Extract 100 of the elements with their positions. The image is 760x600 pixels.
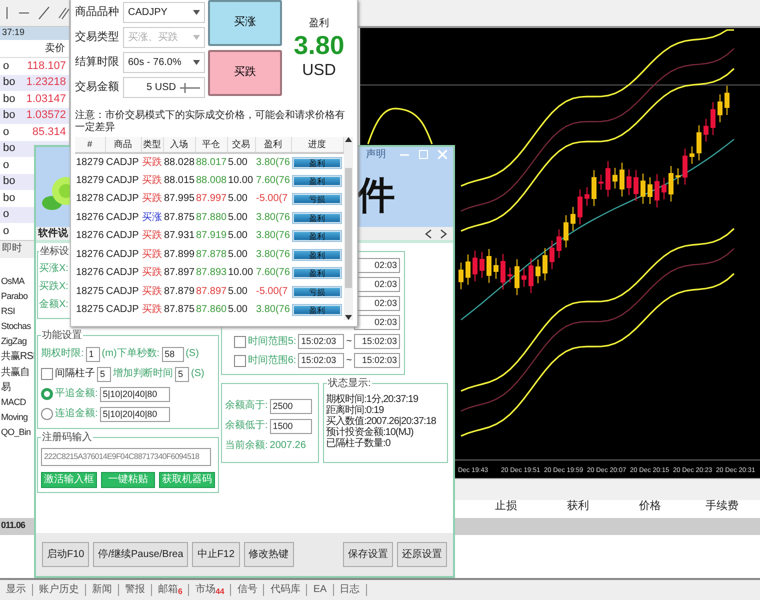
table-cell-text: -5.00(7 [255,192,289,206]
navigator-item[interactable]: ZigZag [0,336,27,348]
input-field[interactable]: 58 [162,346,184,362]
progress-label: 盈利 [308,305,326,316]
dropdown[interactable]: CADJPY [123,2,205,23]
tab[interactable]: 软件说 [38,228,68,240]
range-separator: ~ [346,354,352,366]
tab[interactable]: 显示 [0,584,33,596]
navigator-item[interactable]: OsMA [0,276,24,286]
field-label: 交易金额 [75,80,120,94]
caret-icon[interactable] [193,60,200,65]
amount-field[interactable]: 5 USD [123,77,205,98]
tab[interactable]: 新闻 [86,584,119,596]
time-label: 37:19 [0,27,69,40]
dropdown[interactable]: 60s - 76.0% [123,52,205,73]
footer-button[interactable]: 停/继续Pause/Brea [93,542,188,567]
input-field[interactable]: 15:02:03 [298,353,344,368]
table-cell-text: 87.897 [163,266,195,280]
footer-button[interactable]: 启动F10 [42,542,90,567]
table-cell-text: 5.00 [227,303,248,318]
table-cell-text: 87.875 [163,303,195,318]
navigator-item[interactable]: RSI [0,306,15,317]
checkbox[interactable] [41,368,53,380]
input-field[interactable]: 15:02:03 [298,334,344,349]
scrollbar[interactable] [344,137,353,320]
banner-title: 件 [357,176,395,214]
input-field[interactable]: 5 [97,366,111,382]
footer-button[interactable]: 还原设置 [397,542,447,567]
table-cell: 买跌 [141,153,163,172]
candle [640,173,646,204]
column-header: 交易 [227,137,255,153]
table-cell-text: 5.00 [227,284,248,299]
profit-value: 3.80 [292,30,346,62]
vertical-line-icon[interactable] [4,6,10,20]
bid-cell: 1.03147 [26,92,66,106]
navigator-item[interactable]: 共赢自 [0,366,30,379]
table-cell-text: 87.919 [195,229,227,244]
column-header: 盈利 [255,137,291,153]
candle [606,160,610,198]
candle [626,168,632,196]
trade-button[interactable]: 买跌 [208,50,282,96]
input-field[interactable]: 5 [175,366,189,382]
input-field[interactable]: 15:02:03 [354,334,400,349]
checkbox[interactable] [234,336,246,348]
tab[interactable]: 账户历史 [33,584,86,596]
scroll-down-icon[interactable] [344,314,352,320]
input-field[interactable]: 222C8215A376014E9F04C88717340F6094518 [41,448,211,466]
status-line: 已隔柱子数量:0 [326,438,392,449]
chevron-right-icon[interactable] [440,228,447,238]
scroll-up-icon[interactable] [344,137,352,142]
tab[interactable]: 信号 [231,584,264,596]
footer-button[interactable]: 修改热键 [244,542,294,567]
radio-button[interactable] [41,388,53,400]
navigator-item[interactable]: 易 [0,382,10,394]
input-field[interactable]: 5|10|20|40|80 [100,406,170,422]
navigator-item[interactable]: MACD [0,397,26,408]
input-field[interactable]: 1500 [270,418,312,434]
tab[interactable]: 代码库 [264,584,308,596]
scrollbar-thumb[interactable] [344,168,352,288]
candle [522,268,526,288]
radio-button[interactable] [41,408,53,420]
trade-button[interactable]: 买涨 [208,0,282,46]
field-label: 买跌X: [39,281,68,293]
caret-icon[interactable] [193,10,200,15]
candle [620,162,624,197]
dropdown: 买涨、买跌 [123,27,205,48]
input-field[interactable]: 1 [86,346,100,362]
profit-label: 盈利 [308,18,330,30]
navigator-item[interactable]: Parabo [0,290,28,302]
trendline-icon[interactable] [38,6,50,20]
input-field[interactable]: 5|10|20|40|80 [100,386,170,402]
footer-button[interactable]: 保存设置 [343,542,393,567]
tab[interactable]: EA [307,584,334,596]
table-cell-text: CADJP [105,229,140,244]
tab[interactable]: 警报 [119,584,152,596]
tab[interactable]: 市场$_{44}$ [189,584,232,596]
table-cell-text: CADJP [105,266,140,280]
navigator-item[interactable]: Moving [0,412,28,423]
checkbox[interactable] [234,354,246,366]
plus-icon[interactable] [180,82,190,92]
band-line [367,108,433,144]
table-cell-text: 5.00 [227,229,248,244]
channel-lines-icon[interactable] [58,6,70,20]
navigator-item[interactable]: QO_Bin [0,427,31,438]
tab[interactable]: 日志 [334,584,367,596]
input-field[interactable]: 2500 [270,398,312,414]
progress-label: 亏损 [308,286,326,298]
tab[interactable]: 邮箱$_{6}$ [152,584,190,596]
table-cell-text: 5.00 [227,248,248,262]
input-field[interactable]: 15:02:03 [354,353,400,368]
input-field[interactable]: 02:03 [354,315,400,330]
footer-button[interactable]: 中止F12 [192,542,240,567]
navigator-item[interactable]: Stochas [0,321,31,332]
tab[interactable]: 即时 [2,242,22,254]
chevron-left-icon[interactable] [425,228,432,238]
field-label: 金额X: [39,299,68,311]
field-label: 买涨X: [39,263,68,275]
table-cell-text: 18275 [75,303,105,318]
checkbox-label: 间隔柱子 [55,368,95,380]
window-title: 声明 [366,148,386,160]
